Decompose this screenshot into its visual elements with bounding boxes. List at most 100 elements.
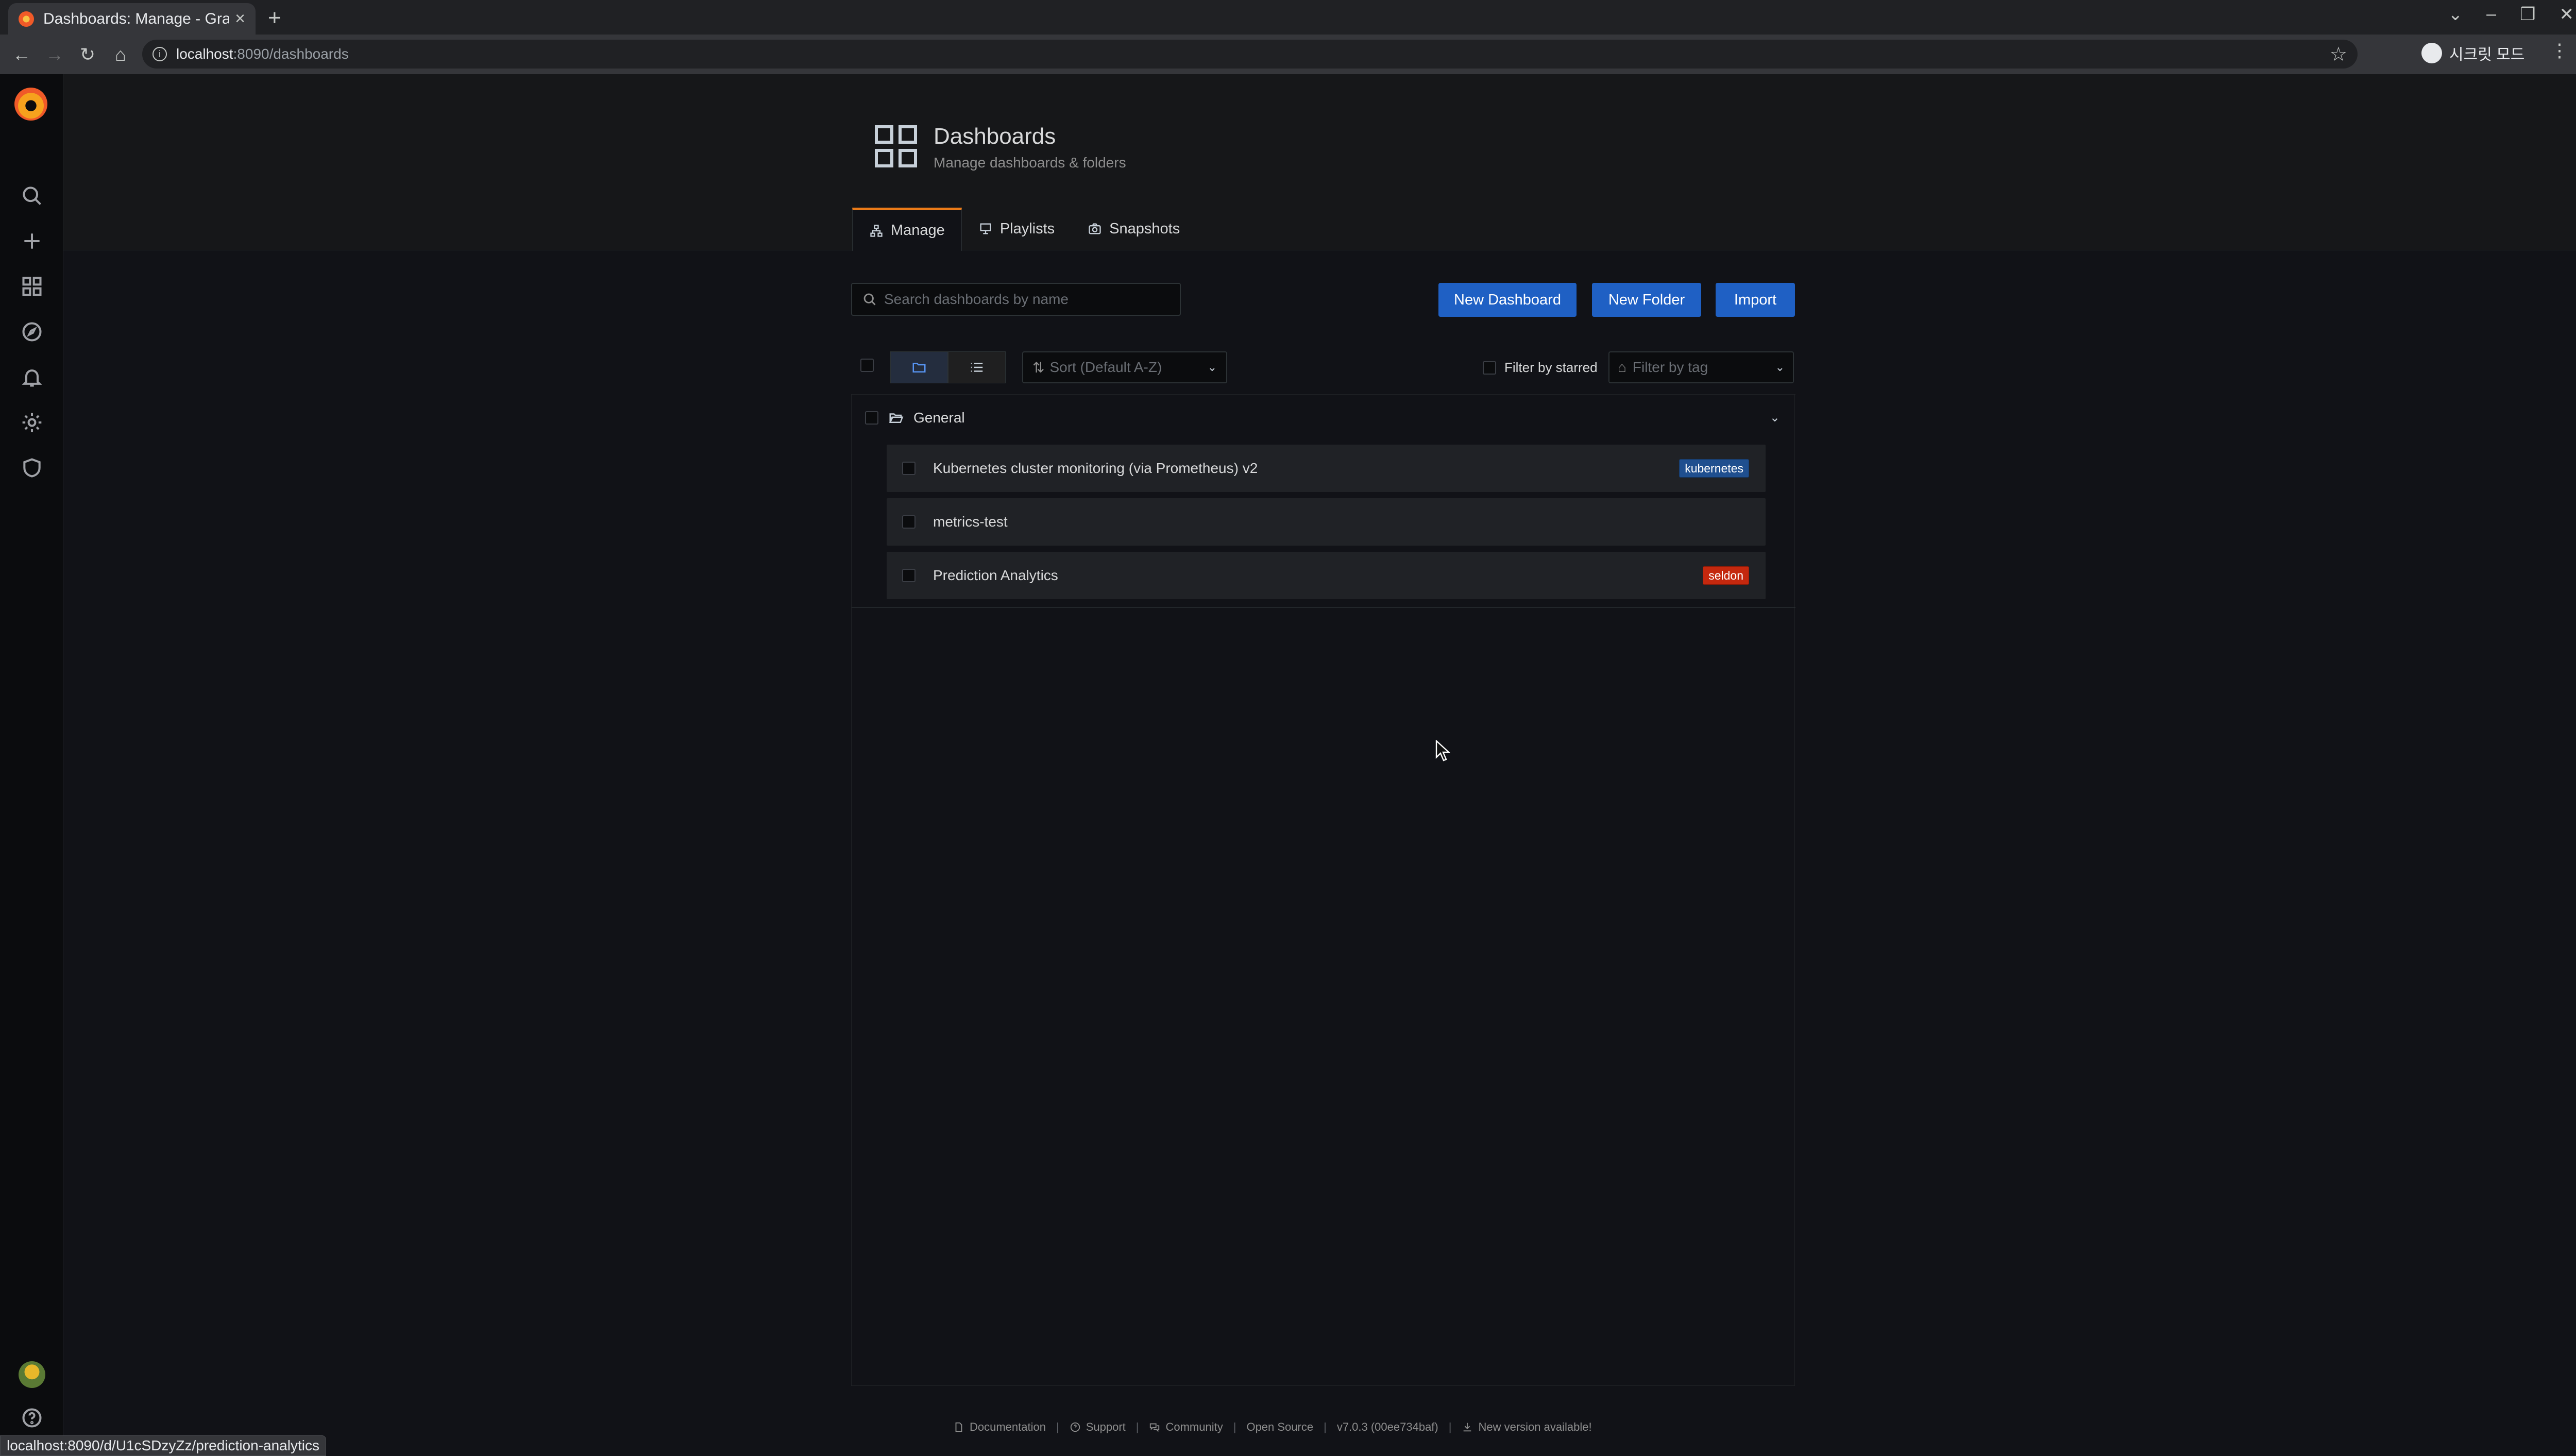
comments-icon xyxy=(1150,1423,1160,1432)
browser-toolbar: ← → ↻ ⌂ i localhost:8090/dashboards ☆ 시크… xyxy=(0,35,2576,74)
tab-playlists[interactable]: Playlists xyxy=(962,207,1071,250)
help-icon[interactable] xyxy=(19,1404,45,1431)
tab-playlists-label: Playlists xyxy=(999,220,1055,237)
question-circle-icon xyxy=(1070,1422,1080,1432)
close-tab-icon[interactable]: × xyxy=(235,9,245,29)
folder-open-icon xyxy=(889,413,904,423)
footer-separator: | xyxy=(1136,1420,1139,1433)
search-icon xyxy=(863,293,876,306)
home-icon[interactable]: ⌂ xyxy=(104,44,137,65)
incognito-icon xyxy=(2421,43,2442,63)
item-checkbox[interactable] xyxy=(902,462,916,475)
sort-select[interactable]: ⇅ Sort (Default A-Z) ⌄ xyxy=(1022,351,1227,383)
page-tabs: Manage Playlists Snapshots xyxy=(852,207,1196,251)
dashboards-apps-icon[interactable] xyxy=(19,273,45,300)
footer: Documentation | Support | Community | Op… xyxy=(953,1420,1592,1434)
explore-compass-icon[interactable] xyxy=(19,318,45,345)
sitemap-icon xyxy=(870,224,883,237)
dashboards-header-icon xyxy=(875,125,917,167)
footer-documentation-link[interactable]: Documentation xyxy=(970,1420,1046,1434)
close-window-icon[interactable]: ✕ xyxy=(2560,4,2574,25)
back-icon[interactable]: ← xyxy=(5,44,38,65)
address-bar[interactable]: i localhost:8090/dashboards ☆ xyxy=(142,40,2358,69)
select-all-checkbox[interactable] xyxy=(860,359,874,372)
incognito-profile[interactable]: 시크릿 모드 xyxy=(2421,42,2524,64)
document-icon xyxy=(955,1422,962,1432)
search-results: General ⌄ Kubernetes cluster monitoring … xyxy=(851,394,1795,1386)
side-menu xyxy=(0,74,63,1456)
list-item[interactable]: metrics-test xyxy=(887,498,1766,546)
layout-toggle xyxy=(890,351,1006,383)
bookmark-star-icon[interactable]: ☆ xyxy=(2330,43,2347,66)
footer-open-source-link[interactable]: Open Source xyxy=(1246,1420,1313,1434)
chevron-down-icon[interactable]: ⌄ xyxy=(1770,410,1780,425)
dashboard-title[interactable]: metrics-test xyxy=(933,514,1008,530)
restore-icon[interactable]: ❐ xyxy=(2520,4,2535,25)
url-host: localhost xyxy=(176,46,233,62)
tab-manage[interactable]: Manage xyxy=(852,208,962,251)
browser-status-url: localhost:8090/d/U1cSDzyZz/prediction-an… xyxy=(0,1435,326,1456)
filter-starred-label: Filter by starred xyxy=(1504,360,1598,375)
grafana-favicon-icon xyxy=(19,11,34,27)
window-controls: ⌄ – ❐ ✕ xyxy=(2448,4,2574,25)
tag-filter-select[interactable]: ⌂ Filter by tag ⌄ xyxy=(1608,351,1794,383)
folder-checkbox[interactable] xyxy=(865,411,878,425)
new-tab-icon[interactable]: + xyxy=(268,5,281,31)
tab-snapshots-label: Snapshots xyxy=(1109,220,1180,237)
footer-separator: | xyxy=(1056,1420,1059,1433)
grafana-logo-icon[interactable] xyxy=(14,88,47,121)
footer-community-link[interactable]: Community xyxy=(1165,1420,1223,1434)
tag-badge[interactable]: seldon xyxy=(1703,566,1749,585)
folder-general[interactable]: General ⌄ xyxy=(852,394,1795,441)
import-button[interactable]: Import xyxy=(1716,283,1795,317)
footer-separator: | xyxy=(1233,1420,1236,1433)
tab-snapshots[interactable]: Snapshots xyxy=(1071,207,1196,250)
chevron-down-icon: ⌄ xyxy=(1207,361,1217,374)
dashboard-title[interactable]: Kubernetes cluster monitoring (via Prome… xyxy=(933,460,1258,477)
alerting-bell-icon[interactable] xyxy=(19,364,45,391)
list-view-button[interactable] xyxy=(948,351,1006,383)
list-item[interactable]: Prediction Analytics seldon xyxy=(887,552,1766,599)
url-text: localhost:8090/dashboards xyxy=(176,46,349,62)
search-icon[interactable] xyxy=(19,182,45,209)
browser-tab-title: Dashboards: Manage - Gra xyxy=(43,10,229,27)
search-input[interactable] xyxy=(884,291,1173,308)
list-icon xyxy=(971,363,983,372)
tab-search-icon[interactable]: ⌄ xyxy=(2448,4,2463,25)
footer-support-link[interactable]: Support xyxy=(1086,1420,1126,1434)
folder-name: General xyxy=(913,409,965,426)
server-admin-shield-icon[interactable] xyxy=(19,454,45,481)
create-plus-icon[interactable] xyxy=(19,228,45,255)
site-info-icon[interactable]: i xyxy=(152,47,167,61)
forward-icon[interactable]: → xyxy=(38,44,71,65)
folder-view-button[interactable] xyxy=(890,351,948,383)
mouse-cursor-icon xyxy=(1435,740,1451,761)
tag-badge[interactable]: kubernetes xyxy=(1679,459,1749,478)
user-avatar[interactable] xyxy=(19,1361,45,1388)
sort-icon: ⇅ xyxy=(1032,359,1045,376)
folder-icon xyxy=(912,363,926,373)
camera-icon xyxy=(1089,223,1101,234)
url-path: :8090/dashboards xyxy=(233,46,349,62)
profile-label: 시크릿 모드 xyxy=(2449,46,2525,63)
footer-new-version-link[interactable]: New version available! xyxy=(1478,1420,1591,1434)
item-checkbox[interactable] xyxy=(902,515,916,529)
search-dashboards xyxy=(851,283,1181,316)
footer-separator: | xyxy=(1448,1420,1452,1433)
browser-tab[interactable]: Dashboards: Manage - Gra × xyxy=(8,3,256,35)
browser-menu-icon[interactable]: ⋮ xyxy=(2550,40,2569,61)
download-icon xyxy=(1464,1423,1471,1432)
new-folder-button[interactable]: New Folder xyxy=(1592,283,1701,317)
filter-starred-checkbox[interactable] xyxy=(1483,361,1496,375)
dashboard-title[interactable]: Prediction Analytics xyxy=(933,567,1058,584)
presentation-icon xyxy=(980,223,991,234)
page-title: Dashboards xyxy=(934,124,1056,149)
filter-by-starred[interactable]: Filter by starred xyxy=(1483,360,1598,376)
new-dashboard-button[interactable]: New Dashboard xyxy=(1438,283,1577,317)
item-checkbox[interactable] xyxy=(902,569,916,582)
reload-icon[interactable]: ↻ xyxy=(71,44,104,65)
tag-filter-placeholder: Filter by tag xyxy=(1632,359,1708,375)
configuration-gear-icon[interactable] xyxy=(19,409,45,436)
list-item[interactable]: Kubernetes cluster monitoring (via Prome… xyxy=(887,445,1766,492)
minimize-icon[interactable]: – xyxy=(2486,4,2496,25)
